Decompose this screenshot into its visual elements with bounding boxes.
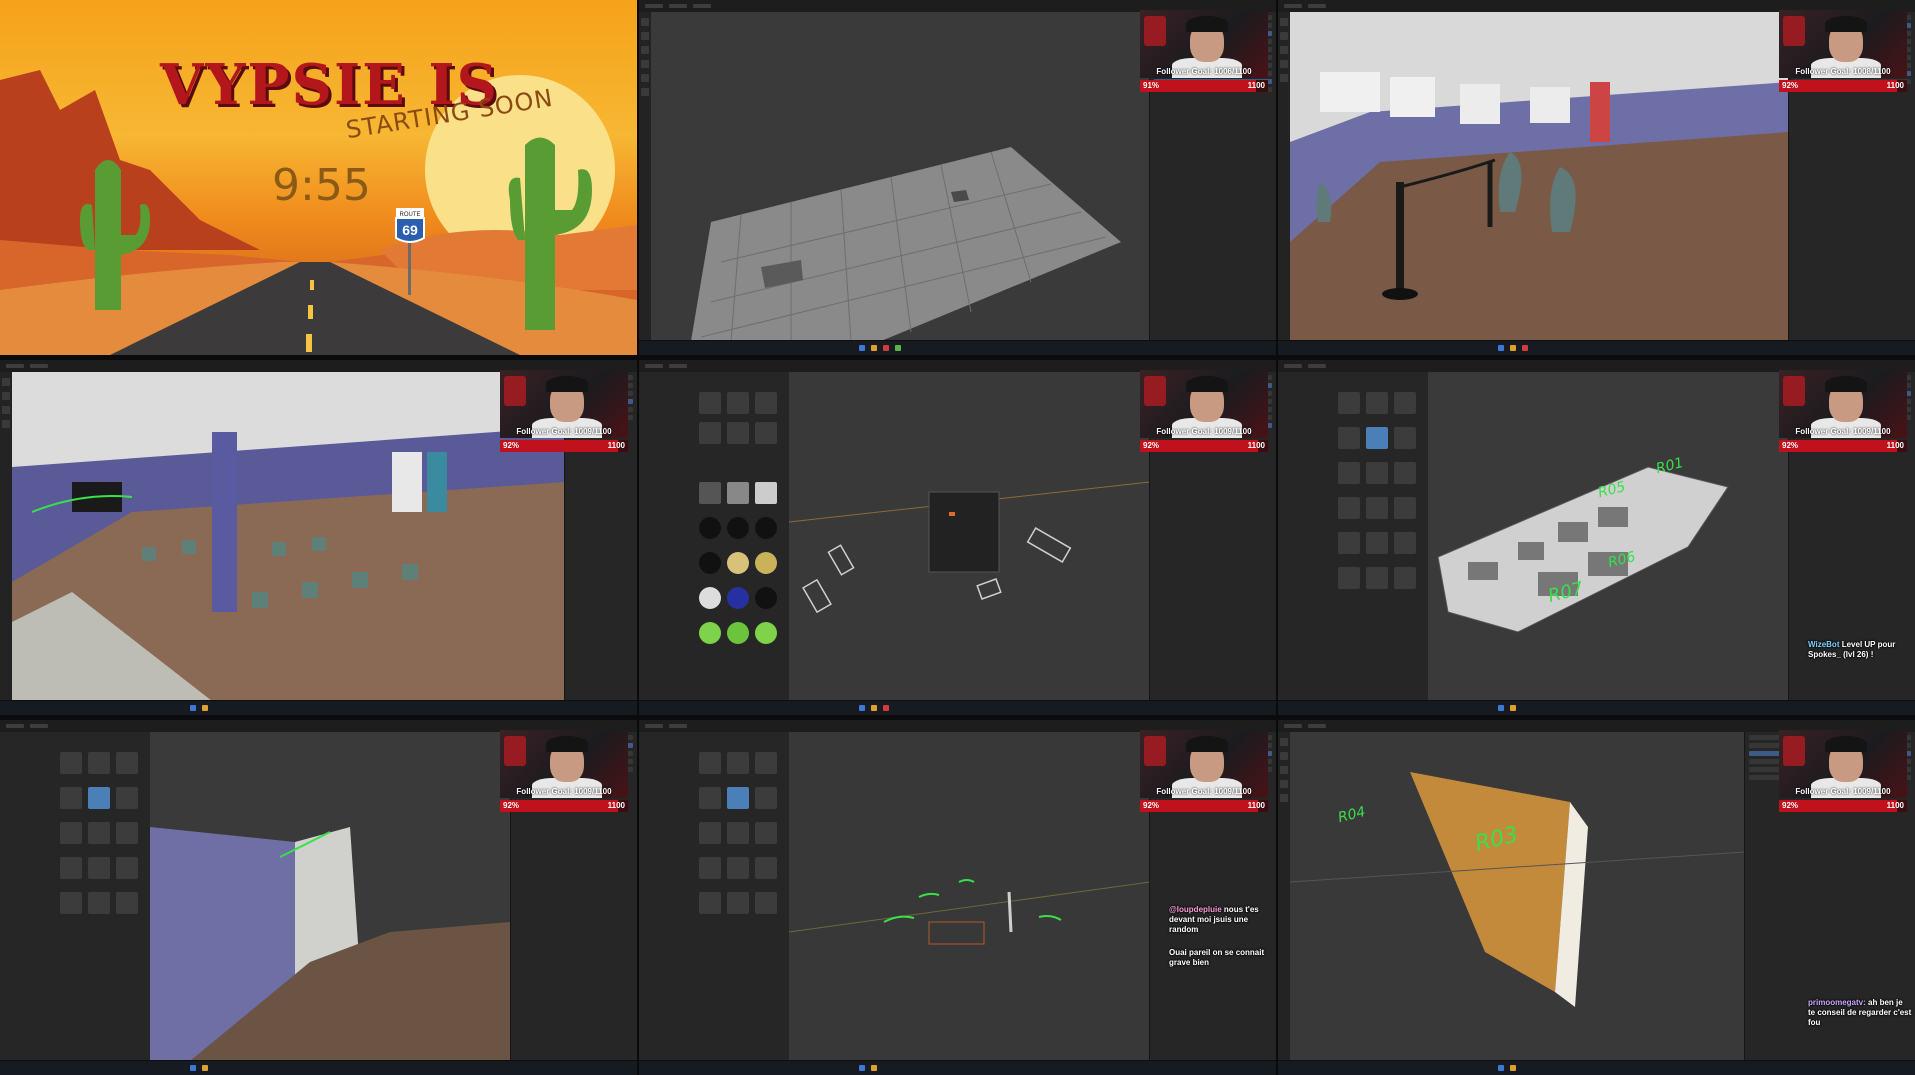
follower-goal-bar: 92% 1100: [1779, 440, 1907, 452]
chat-user-name: primoomegatv:: [1808, 998, 1866, 1007]
follower-goal-text: Follower Goal: 1009/1100: [516, 427, 612, 436]
goal-percent: 91%: [1143, 81, 1160, 90]
blender-frame-hall: Follower Goal: 1009/1100 92% 1100: [0, 360, 637, 715]
windows-taskbar[interactable]: [639, 700, 1276, 715]
webcam-overlay: Follower Goal: 1009/1100 92% 1100: [1779, 730, 1907, 814]
windows-taskbar[interactable]: [1278, 1060, 1915, 1075]
blender-frame-floor: Follower Goal: 1006/1100 91% 1100: [639, 0, 1276, 355]
countdown-timer: 9:55: [272, 160, 371, 211]
chat-bot-name: WizeBot: [1808, 640, 1840, 649]
goal-percent: 92%: [1782, 81, 1799, 90]
blender-frame-waiting-room: Follower Goal: 1008/1100 92% 1100: [1278, 0, 1915, 355]
windows-taskbar[interactable]: [0, 700, 637, 715]
follower-goal-bar: 92% 1100: [1779, 800, 1907, 812]
follower-goal-bar: 92% 1100: [500, 440, 628, 452]
stream-grid: ROUTE 69 VYPSIE IS STARTING SOON 9:55 Fo…: [0, 0, 1915, 1075]
labels-scene: [788, 732, 1151, 1061]
webcam-overlay: Follower Goal: 1009/1100 92% 1100: [1140, 370, 1268, 454]
3d-viewport[interactable]: [150, 732, 511, 1061]
floor-grid-scene: [651, 12, 1150, 342]
wireframe-scene: [788, 372, 1151, 701]
corner-wall-scene: [150, 732, 511, 1061]
windows-taskbar[interactable]: [0, 1060, 637, 1075]
windows-taskbar[interactable]: [639, 340, 1276, 355]
asset-browser[interactable]: [0, 732, 151, 1061]
follower-goal-bar: 92% 1100: [1140, 800, 1268, 812]
floorplan-scene: [1428, 372, 1789, 701]
chat-levelup-message: WizeBot Level UP pour Spokes_ (lvl 26) !: [1808, 640, 1912, 660]
3d-viewport[interactable]: R04 R03: [1289, 732, 1746, 1061]
webcam-overlay: Follower Goal: 1009/1100 92% 1100: [500, 370, 628, 454]
starting-soon-screen: ROUTE 69 VYPSIE IS STARTING SOON 9:55: [0, 0, 637, 355]
goal-percent: 92%: [503, 441, 520, 450]
webcam-overlay: Follower Goal: 1006/1100 91% 1100: [1140, 10, 1268, 94]
blender-frame-floorplan: R01 R05 R06 R07 Follower Goal: 1009/1100…: [1278, 360, 1915, 715]
route-sign-number: 69: [402, 222, 418, 238]
follower-goal-text: Follower Goal: 1009/1100: [1795, 787, 1891, 796]
windows-taskbar[interactable]: [1278, 340, 1915, 355]
3d-viewport[interactable]: [12, 372, 565, 701]
follower-goal-text: Follower Goal: 1009/1100: [1156, 427, 1252, 436]
3d-viewport[interactable]: [651, 12, 1150, 342]
goal-target: 1100: [1886, 441, 1904, 450]
goal-target: 1100: [1247, 801, 1265, 810]
follower-goal-text: Follower Goal: 1009/1100: [516, 787, 612, 796]
goal-target: 1100: [1247, 81, 1265, 90]
3d-viewport[interactable]: [788, 372, 1151, 701]
follower-goal-text: Follower Goal: 1009/1100: [1795, 427, 1891, 436]
follower-goal-text: Follower Goal: 1008/1100: [1795, 67, 1891, 76]
chat-message-1: @loupdepluie nous t'es devant moi jsuis …: [1169, 905, 1273, 935]
route-sign-label: ROUTE: [400, 212, 421, 218]
blender-frame-door: R04 R03 Follower Goal: 1009/1100 92% 1100…: [1278, 720, 1915, 1075]
asset-browser[interactable]: [639, 372, 790, 701]
blender-frame-corner: Follower Goal: 1009/1100 92% 1100: [0, 720, 637, 1075]
blender-frame-assets: Follower Goal: 1009/1100 92% 1100: [639, 360, 1276, 715]
webcam-overlay: Follower Goal: 1008/1100 92% 1100: [1779, 10, 1907, 94]
chat-message-3: primoomegatv: ah ben je te conseil de re…: [1808, 998, 1912, 1028]
webcam-overlay: Follower Goal: 1009/1100 92% 1100: [500, 730, 628, 814]
windows-taskbar[interactable]: [1278, 700, 1915, 715]
goal-target: 1100: [1886, 81, 1904, 90]
asset-browser[interactable]: [1278, 372, 1429, 701]
follower-goal-bar: 92% 1100: [1779, 80, 1907, 92]
door-scene: [1289, 732, 1746, 1061]
goal-target: 1100: [607, 801, 625, 810]
windows-taskbar[interactable]: [639, 1060, 1276, 1075]
3d-viewport[interactable]: [1290, 12, 1789, 341]
goal-target: 1100: [607, 441, 625, 450]
waiting-room-scene: [1290, 12, 1789, 341]
3d-viewport[interactable]: R01 R05 R06 R07: [1428, 372, 1789, 701]
blender-frame-labels: Follower Goal: 1009/1100 92% 1100 @loupde…: [639, 720, 1276, 1075]
webcam-overlay: Follower Goal: 1009/1100 92% 1100: [1779, 370, 1907, 454]
chat-user-mention: @loupdepluie: [1169, 905, 1222, 914]
follower-goal-bar: 92% 1100: [500, 800, 628, 812]
goal-percent: 92%: [1782, 801, 1799, 810]
follower-goal-text: Follower Goal: 1006/1100: [1156, 67, 1252, 76]
asset-browser[interactable]: [639, 732, 790, 1061]
follower-goal-bar: 91% 1100: [1140, 80, 1268, 92]
goal-percent: 92%: [1143, 801, 1160, 810]
follower-goal-bar: 92% 1100: [1140, 440, 1268, 452]
chat-message-2: Ouai pareil on se connait grave bien: [1169, 948, 1273, 968]
chat-message-text: Ouai pareil on se connait grave bien: [1169, 948, 1265, 967]
webcam-overlay: Follower Goal: 1009/1100 92% 1100: [1140, 730, 1268, 814]
goal-percent: 92%: [1143, 441, 1160, 450]
3d-viewport[interactable]: [788, 732, 1151, 1061]
follower-goal-text: Follower Goal: 1009/1100: [1156, 787, 1252, 796]
goal-percent: 92%: [1782, 441, 1799, 450]
hall-scene: [12, 372, 565, 701]
goal-target: 1100: [1886, 801, 1904, 810]
goal-target: 1100: [1247, 441, 1265, 450]
goal-percent: 92%: [503, 801, 520, 810]
